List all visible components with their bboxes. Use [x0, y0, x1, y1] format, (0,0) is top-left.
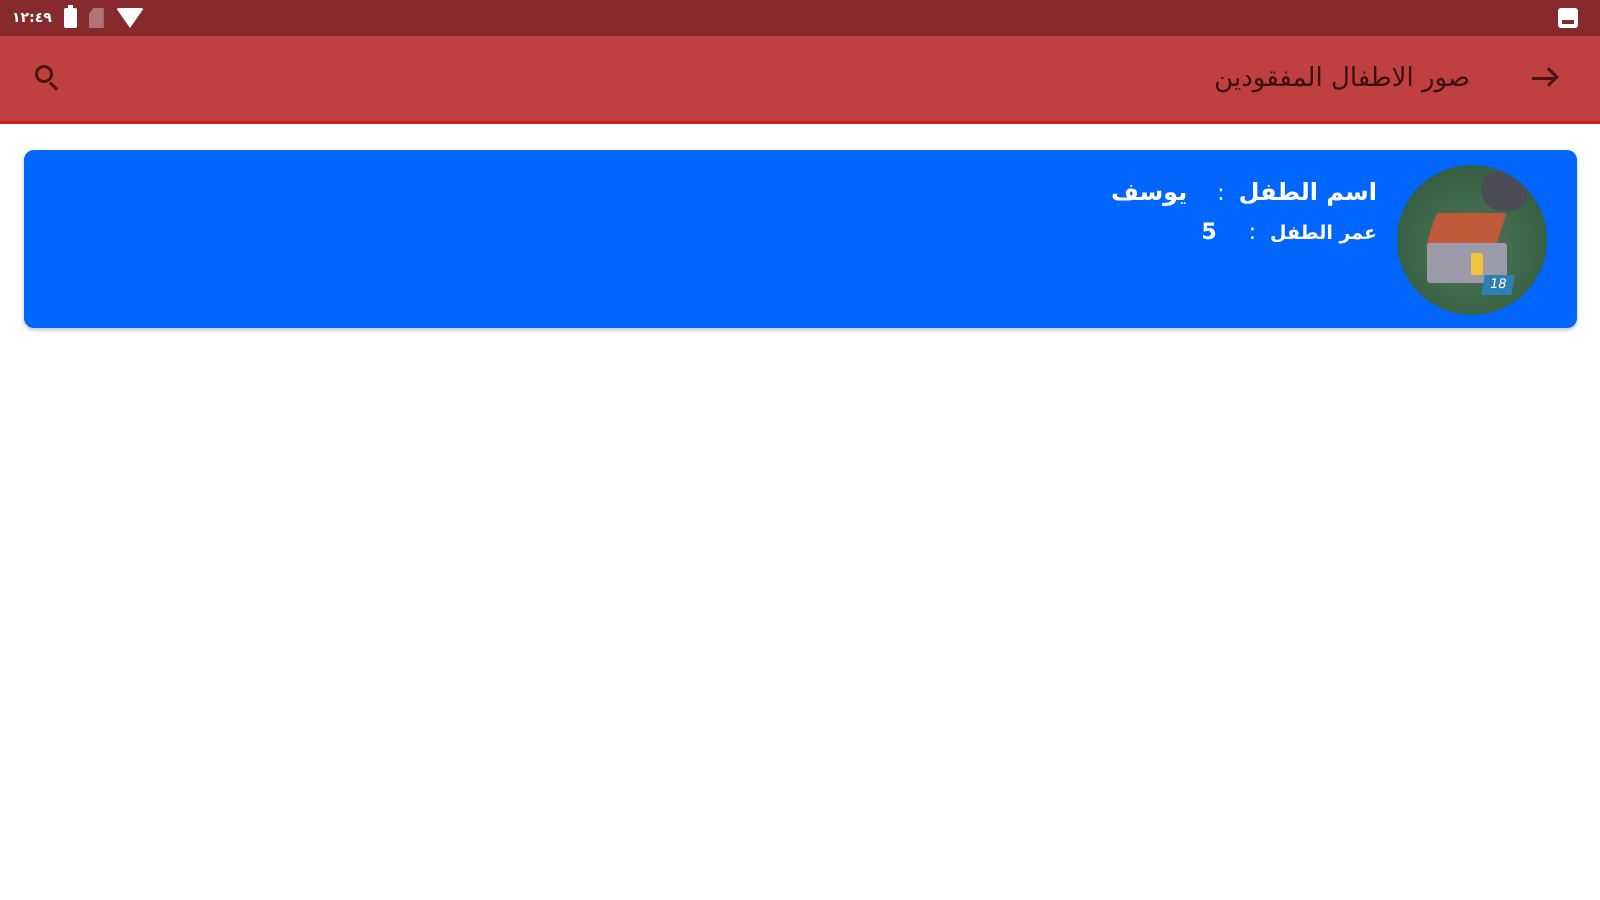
status-time: ١٢:٤٩: [12, 10, 52, 26]
avatar-rock: [1481, 171, 1527, 211]
avatar-level-badge: 18: [1481, 275, 1515, 295]
arrow-forward-icon-head: [1539, 67, 1559, 87]
wifi-icon: [115, 8, 144, 28]
child-name-row: اسم الطفل : يوسف: [1111, 178, 1377, 218]
status-icons: ١٢:٤٩: [12, 5, 144, 30]
child-avatar: 18: [1397, 165, 1547, 315]
avatar-door: [1471, 253, 1483, 275]
back-button[interactable]: [1524, 58, 1564, 98]
sim-icon: [88, 8, 104, 28]
battery-icon: [63, 5, 77, 28]
child-age-value: 5: [1201, 220, 1217, 245]
child-card[interactable]: 18 اسم الطفل : يوسف عمر الطفل : 5: [24, 150, 1577, 328]
status-bar: ١٢:٤٩: [0, 0, 1600, 36]
child-name-separator: :: [1217, 181, 1225, 206]
child-name-value: يوسف: [1111, 178, 1188, 206]
search-button[interactable]: [30, 60, 66, 96]
notification-icon: [1558, 8, 1578, 28]
page-title: صور الاطفال المفقودين: [1214, 63, 1470, 93]
child-age-label: عمر الطفل: [1270, 222, 1377, 244]
search-icon-handle: [48, 81, 59, 91]
child-age-row: عمر الطفل : 5: [1111, 220, 1377, 256]
avatar-roof: [1425, 213, 1507, 247]
app-bar: صور الاطفال المفقودين: [0, 36, 1600, 124]
child-name-label: اسم الطفل: [1238, 178, 1377, 206]
child-info: اسم الطفل : يوسف عمر الطفل : 5: [1111, 178, 1377, 256]
child-age-separator: :: [1248, 220, 1257, 245]
